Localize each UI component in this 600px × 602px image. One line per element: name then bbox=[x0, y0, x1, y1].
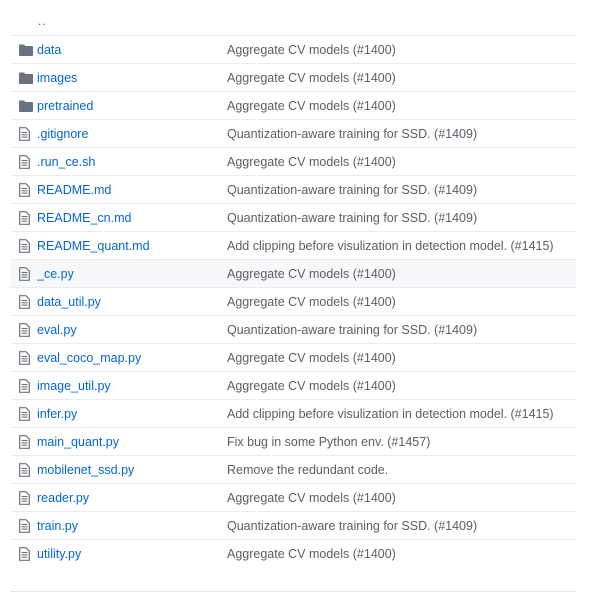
file-name-link[interactable]: pretrained bbox=[37, 99, 227, 113]
parent-directory-row[interactable]: .. bbox=[10, 6, 576, 35]
commit-message-link[interactable]: Aggregate CV models (#1400) bbox=[227, 295, 396, 309]
file-name-link[interactable]: data_util.py bbox=[37, 295, 227, 309]
commit-message-link[interactable]: Aggregate CV models (#1400) bbox=[227, 267, 396, 281]
file-icon bbox=[10, 518, 37, 533]
file-row[interactable]: data_util.py Aggregate CV models (#1400) bbox=[10, 287, 576, 315]
file-icon bbox=[10, 434, 37, 449]
file-row[interactable]: train.py Quantization-aware training for … bbox=[10, 511, 576, 539]
file-row[interactable]: reader.py Aggregate CV models (#1400) bbox=[10, 483, 576, 511]
folder-icon bbox=[10, 100, 37, 112]
file-name-link[interactable]: mobilenet_ssd.py bbox=[37, 463, 227, 477]
file-row[interactable]: mobilenet_ssd.py Remove the redundant cod… bbox=[10, 455, 576, 483]
file-icon bbox=[10, 126, 37, 141]
file-row[interactable]: _ce.py Aggregate CV models (#1400) bbox=[10, 259, 576, 287]
file-icon bbox=[10, 462, 37, 477]
commit-message-link[interactable]: Aggregate CV models (#1400) bbox=[227, 379, 396, 393]
commit-message-link[interactable]: Fix bug in some Python env. (#1457) bbox=[227, 435, 430, 449]
file-row[interactable]: README_cn.md Quantization-aware training … bbox=[10, 203, 576, 231]
commit-message-link[interactable]: Quantization-aware training for SSD. (#1… bbox=[227, 323, 477, 337]
file-icon bbox=[10, 266, 37, 281]
commit-message-link[interactable]: Add clipping before visulization in dete… bbox=[227, 239, 554, 253]
file-name-link[interactable]: image_util.py bbox=[37, 379, 227, 393]
file-name-link[interactable]: .run_ce.sh bbox=[37, 155, 227, 169]
file-icon bbox=[10, 182, 37, 197]
commit-message-link[interactable]: Aggregate CV models (#1400) bbox=[227, 99, 396, 113]
file-row[interactable]: eval_coco_map.py Aggregate CV models (#14… bbox=[10, 343, 576, 371]
file-icon bbox=[10, 210, 37, 225]
file-row[interactable]: infer.py Add clipping before visulization… bbox=[10, 399, 576, 427]
file-name-link[interactable]: infer.py bbox=[37, 407, 227, 421]
commit-message-link[interactable]: Quantization-aware training for SSD. (#1… bbox=[227, 183, 477, 197]
folder-row[interactable]: pretrained Aggregate CV models (#1400) bbox=[10, 91, 576, 119]
file-name-link[interactable]: utility.py bbox=[37, 547, 227, 561]
file-row[interactable]: image_util.py Aggregate CV models (#1400) bbox=[10, 371, 576, 399]
file-name-link[interactable]: README.md bbox=[37, 183, 227, 197]
commit-message-link[interactable]: Aggregate CV models (#1400) bbox=[227, 351, 396, 365]
commit-message-link[interactable]: Aggregate CV models (#1400) bbox=[227, 547, 396, 561]
commit-message-link[interactable]: Quantization-aware training for SSD. (#1… bbox=[227, 519, 477, 533]
file-icon bbox=[10, 154, 37, 169]
file-icon bbox=[10, 322, 37, 337]
commit-message-link[interactable]: Quantization-aware training for SSD. (#1… bbox=[227, 211, 477, 225]
file-row[interactable]: eval.py Quantization-aware training for S… bbox=[10, 315, 576, 343]
folder-icon bbox=[10, 72, 37, 84]
commit-message-link[interactable]: Quantization-aware training for SSD. (#1… bbox=[227, 127, 477, 141]
file-name-link[interactable]: eval.py bbox=[37, 323, 227, 337]
file-row[interactable]: main_quant.py Fix bug in some Python env.… bbox=[10, 427, 576, 455]
folder-icon bbox=[10, 44, 37, 56]
file-icon bbox=[10, 406, 37, 421]
file-name-link[interactable]: README_quant.md bbox=[37, 239, 227, 253]
file-row[interactable]: .gitignore Quantization-aware training fo… bbox=[10, 119, 576, 147]
file-name-link[interactable]: train.py bbox=[37, 519, 227, 533]
file-row[interactable]: README_quant.md Add clipping before visul… bbox=[10, 231, 576, 259]
file-icon bbox=[10, 294, 37, 309]
file-row[interactable]: .run_ce.sh Aggregate CV models (#1400) bbox=[10, 147, 576, 175]
file-list: .. data Aggregate CV models (#1400) images… bbox=[10, 6, 576, 567]
file-row[interactable]: utility.py Aggregate CV models (#1400) bbox=[10, 539, 576, 567]
file-name-link[interactable]: .gitignore bbox=[37, 127, 227, 141]
commit-message-link[interactable]: Remove the redundant code. bbox=[227, 463, 388, 477]
commit-message-link[interactable]: Aggregate CV models (#1400) bbox=[227, 155, 396, 169]
file-icon bbox=[10, 378, 37, 393]
file-name-link[interactable]: _ce.py bbox=[37, 267, 227, 281]
commit-message-link[interactable]: Aggregate CV models (#1400) bbox=[227, 71, 396, 85]
table-bottom-border bbox=[10, 591, 576, 592]
file-name-link[interactable]: reader.py bbox=[37, 491, 227, 505]
file-icon bbox=[10, 350, 37, 365]
file-name-link[interactable]: eval_coco_map.py bbox=[37, 351, 227, 365]
folder-row[interactable]: images Aggregate CV models (#1400) bbox=[10, 63, 576, 91]
commit-message-link[interactable]: Aggregate CV models (#1400) bbox=[227, 43, 396, 57]
file-name-link[interactable]: README_cn.md bbox=[37, 211, 227, 225]
file-row[interactable]: README.md Quantization-aware training for… bbox=[10, 175, 576, 203]
commit-message-link[interactable]: Add clipping before visulization in dete… bbox=[227, 407, 554, 421]
parent-directory-link[interactable]: .. bbox=[10, 14, 47, 28]
file-icon bbox=[10, 490, 37, 505]
file-icon bbox=[10, 546, 37, 561]
commit-message-link[interactable]: Aggregate CV models (#1400) bbox=[227, 491, 396, 505]
file-rows: data Aggregate CV models (#1400) images Agg… bbox=[10, 35, 576, 567]
file-icon bbox=[10, 238, 37, 253]
file-name-link[interactable]: data bbox=[37, 43, 227, 57]
folder-row[interactable]: data Aggregate CV models (#1400) bbox=[10, 35, 576, 63]
file-name-link[interactable]: images bbox=[37, 71, 227, 85]
file-name-link[interactable]: main_quant.py bbox=[37, 435, 227, 449]
